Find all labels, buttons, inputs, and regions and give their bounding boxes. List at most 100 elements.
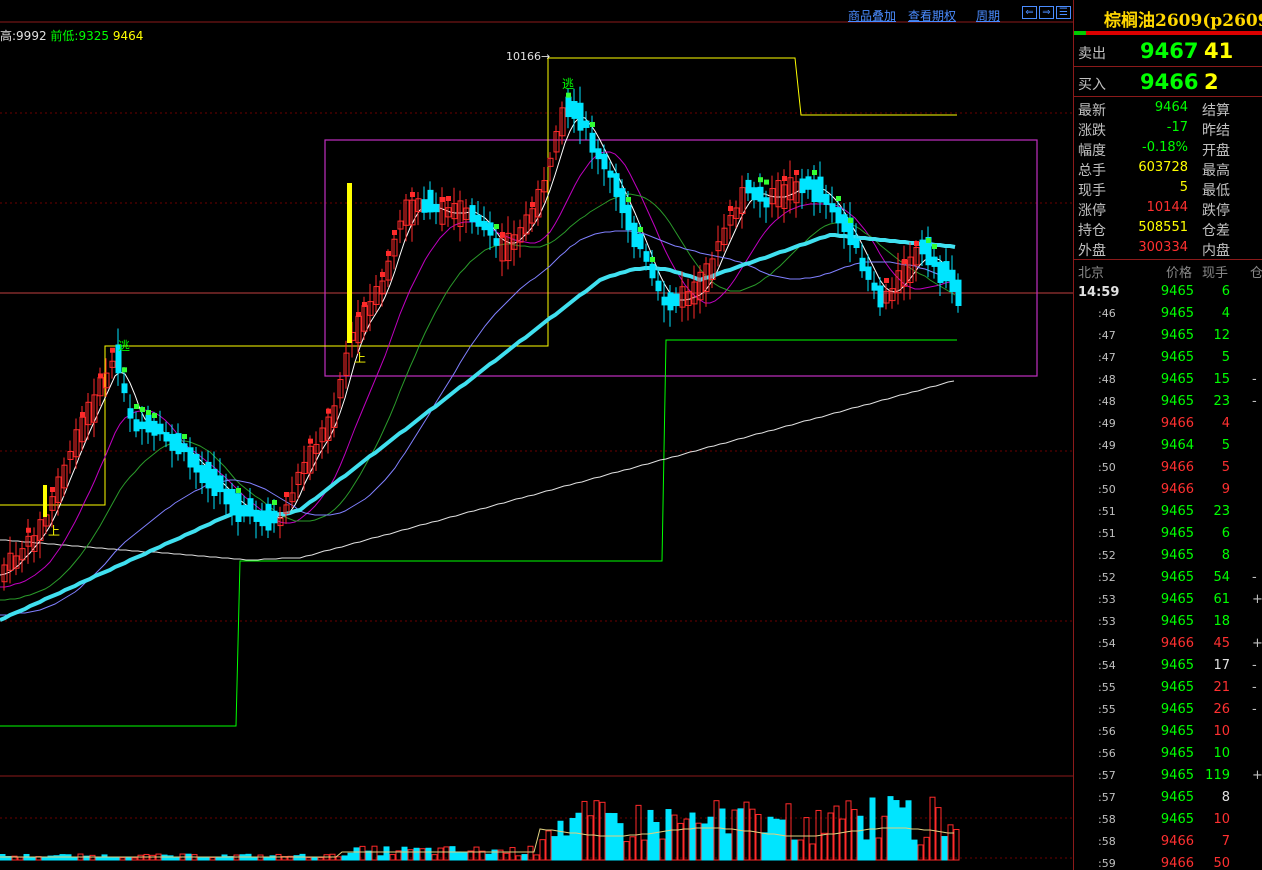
candle-body <box>799 178 806 194</box>
candle-body <box>955 279 962 306</box>
signal-block <box>134 404 139 409</box>
tick-time: :53 <box>1098 593 1116 606</box>
signal-block <box>146 410 151 415</box>
candle-body <box>223 488 230 505</box>
tick-price: 9466 <box>1160 482 1194 497</box>
tick-price: 9465 <box>1160 394 1194 409</box>
candle-body <box>763 197 770 208</box>
tick-time: :47 <box>1098 351 1116 364</box>
tick-price: 9465 <box>1160 658 1194 673</box>
sell-label: 卖出 <box>1078 46 1106 62</box>
candle-body <box>649 263 656 279</box>
period-link[interactable]: 周期 <box>976 7 1000 24</box>
nav-left-button[interactable]: ⇐ <box>1022 6 1037 19</box>
tick-price: 9465 <box>1160 614 1194 629</box>
escape-marker: 逃 <box>118 339 130 353</box>
quote-panel: 棕榈油2609(p2609 卖出 9467 41 买入 9466 2 最新 946… <box>1073 0 1262 870</box>
stat-value: 300334 <box>1138 240 1188 255</box>
candle-body <box>625 204 632 231</box>
view-options-link[interactable]: 查看期权 <box>908 7 956 24</box>
tick-volume: 10 <box>1213 724 1230 739</box>
tick-volume: 8 <box>1221 790 1230 805</box>
stat-label-right: 仓差 <box>1202 223 1230 239</box>
stat-value: 508551 <box>1138 220 1188 235</box>
volume-bar <box>695 822 702 861</box>
symbol-title[interactable]: 棕榈油2609(p2609 <box>1104 6 1262 31</box>
tick-volume: 8 <box>1221 548 1230 563</box>
sell-volume: 41 <box>1204 39 1234 63</box>
volume-bar <box>119 857 126 861</box>
stat-label-right: 昨结 <box>1202 123 1230 139</box>
volume-bar <box>617 823 624 861</box>
signal-block <box>98 373 103 379</box>
kline-chart-area[interactable]: 10166→ 逃逃上上 商品叠加 查看期权 周期 ⇐ ⇒ ☰ 高:9992 前低:… <box>0 0 1073 870</box>
volume-bar <box>347 852 354 861</box>
tick-time: :51 <box>1098 505 1116 518</box>
high-label: 高:9992 <box>0 29 47 43</box>
volume-bar <box>455 851 462 861</box>
volume-bar <box>647 809 654 861</box>
tick-row: :46 9465 4 <box>1074 304 1262 326</box>
candle-body <box>667 292 674 311</box>
kline-chart-canvas[interactable]: 10166→逃逃上上 <box>0 0 1073 870</box>
volume-bar <box>767 816 774 861</box>
candle-body <box>187 447 194 468</box>
stat-row: 总手 603728 最高 <box>1078 160 1262 180</box>
stat-row: 幅度 -0.18% 开盘 <box>1078 140 1262 160</box>
tick-time: :58 <box>1098 835 1116 848</box>
volume-bar <box>821 832 828 861</box>
volume-bar <box>545 830 552 861</box>
tick-volume: 12 <box>1213 328 1230 343</box>
candle-body <box>583 120 590 128</box>
tick-price: 9465 <box>1160 724 1194 739</box>
candle-body <box>931 256 938 267</box>
candle-body <box>121 383 128 394</box>
ma-green <box>0 193 956 601</box>
divider <box>1074 259 1262 260</box>
stat-label: 总手 <box>1078 163 1106 179</box>
candle-body <box>943 261 950 282</box>
green-step-line <box>0 339 957 727</box>
signal-block <box>410 192 415 197</box>
candle-body <box>229 489 236 516</box>
volume-bar <box>17 856 24 861</box>
sell-quote-row[interactable]: 卖出 9467 41 <box>1078 37 1262 65</box>
buy-price: 9466 <box>1140 70 1199 94</box>
tick-row: :47 9465 5 <box>1074 348 1262 370</box>
tick-volume: 61 <box>1213 592 1230 607</box>
stat-row: 外盘 300334 内盘 <box>1078 240 1262 260</box>
stat-value: 603728 <box>1138 160 1188 175</box>
candle-body <box>865 266 872 280</box>
tick-row: :58 9465 10 <box>1074 810 1262 832</box>
volume-bar <box>929 796 936 861</box>
nav-right-button[interactable]: ⇒ <box>1039 6 1054 19</box>
candle-body <box>475 214 482 227</box>
tick-row: 14:59 9465 6 <box>1074 282 1262 304</box>
tick-row: :49 9466 4 <box>1074 414 1262 436</box>
tick-row: :54 9466 45 + <box>1074 634 1262 656</box>
tick-flag: - <box>1252 570 1257 585</box>
candle-body <box>589 132 596 153</box>
tick-time: :54 <box>1098 637 1116 650</box>
buy-quote-row[interactable]: 买入 9466 2 <box>1078 68 1262 96</box>
tick-time: :54 <box>1098 659 1116 672</box>
candle-body <box>217 475 224 493</box>
overlay-commodity-link[interactable]: 商品叠加 <box>848 7 896 24</box>
volume-bar <box>533 854 540 861</box>
candle-body <box>805 176 812 190</box>
volume-bar <box>383 846 390 861</box>
stat-value: 5 <box>1179 180 1188 195</box>
tick-time: :48 <box>1098 395 1116 408</box>
volume-bar <box>431 854 438 861</box>
nav-menu-button[interactable]: ☰ <box>1056 6 1071 19</box>
volume-bar <box>215 856 222 861</box>
candle-body <box>835 207 842 224</box>
tick-volume: 23 <box>1213 394 1230 409</box>
volume-bar <box>599 801 606 861</box>
tick-volume: 4 <box>1221 416 1230 431</box>
tick-row: :56 9465 10 <box>1074 722 1262 744</box>
title-underline <box>1074 31 1262 35</box>
stat-label-right: 内盘 <box>1202 243 1230 259</box>
tick-time: :55 <box>1098 703 1116 716</box>
volume-bar <box>839 818 846 861</box>
